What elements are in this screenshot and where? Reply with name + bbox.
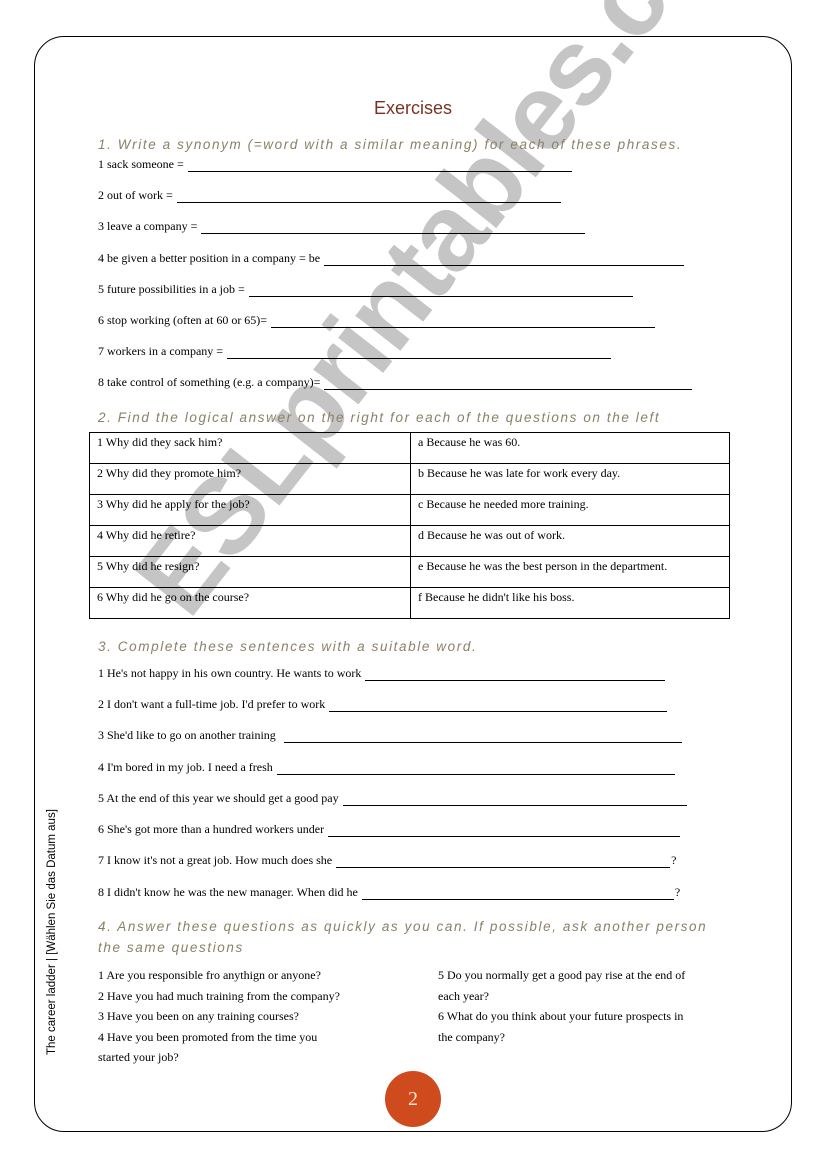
answer-blank[interactable] xyxy=(328,824,681,837)
question-cell: 6 Why did he go on the course? xyxy=(89,587,411,619)
sentence-text: 1 He's not happy in his own country. He … xyxy=(98,666,362,680)
synonym-item-text: 1 sack someone = xyxy=(98,157,184,171)
answer-blank[interactable] xyxy=(176,190,561,203)
answer-blank[interactable] xyxy=(361,887,674,900)
sentence-text: 5 At the end of this year we should get … xyxy=(98,791,339,805)
question-cell: 4 Why did he retire? xyxy=(89,525,411,557)
synonym-item: 1 sack someone = xyxy=(98,157,572,172)
answer-blank[interactable] xyxy=(283,730,682,743)
answer-blank[interactable] xyxy=(342,793,687,806)
answer-blank[interactable] xyxy=(271,315,656,328)
question-line: 2 Have you had much training from the co… xyxy=(98,988,340,1003)
question-line: 4 Have you been promoted from the time y… xyxy=(98,1029,318,1044)
answer-cell: d Because he was out of work. xyxy=(410,525,730,557)
sentence-text: 2 I don't want a full-time job. I'd pref… xyxy=(98,697,326,711)
question-line: 5 Do you normally get a good pay rise at… xyxy=(438,968,686,982)
table-row: 6 Why did he go on the course? f Because … xyxy=(89,587,730,619)
sentence-text: 8 I didn't know he was the new manager. … xyxy=(98,885,358,899)
synonym-item-text: 4 be given a better position in a compan… xyxy=(98,251,321,265)
synonym-item-text: 8 take control of something (e.g. a comp… xyxy=(98,375,321,389)
sentence-item: 2 I don't want a full-time job. I'd pref… xyxy=(98,697,668,712)
answer-cell: e Because he was the best person in the … xyxy=(410,556,730,588)
questions-right-column: 5 Do you normally get a good pay rise at… xyxy=(438,965,685,1047)
section4-heading: 4. Answer these questions as quickly as … xyxy=(98,916,707,958)
sentence-text: 6 She's got more than a hundred workers … xyxy=(98,822,325,836)
section4-heading-line1: 4. Answer these questions as quickly as … xyxy=(98,919,708,934)
sentence-item: 1 He's not happy in his own country. He … xyxy=(98,666,666,681)
answer-cell: c Because he needed more training. xyxy=(410,494,730,526)
page-title: Exercises xyxy=(373,98,453,118)
synonym-item: 3 leave a company = xyxy=(98,219,586,234)
sentence-text: 4 I'm bored in my job. I need a fresh xyxy=(98,760,273,774)
synonym-item-text: 3 leave a company = xyxy=(98,219,198,233)
answer-blank[interactable] xyxy=(324,377,693,390)
table-row: 2 Why did they promote him? b Because he … xyxy=(89,463,730,495)
synonym-item: 8 take control of something (e.g. a comp… xyxy=(98,375,693,390)
question-line: 3 Have you been on any training courses? xyxy=(98,1009,299,1023)
answer-blank[interactable] xyxy=(227,346,612,359)
table-row: 4 Why did he retire? d Because he was out… xyxy=(89,525,730,557)
question-cell: 1 Why did they sack him? xyxy=(89,432,411,464)
synonym-item-text: 5 future possibilities in a job = xyxy=(98,282,245,296)
sentence-item: 8 I didn't know he was the new manager. … xyxy=(98,885,680,900)
sentence-item: 4 I'm bored in my job. I need a fresh xyxy=(98,760,676,775)
sentence-end: ? xyxy=(674,885,681,899)
sentence-item: 3 She'd like to go on another training xyxy=(98,728,683,743)
sentence-text: 3 She'd like to go on another training xyxy=(98,728,276,742)
sentence-item: 6 She's got more than a hundred workers … xyxy=(98,822,681,837)
answer-blank[interactable] xyxy=(248,284,633,297)
answer-blank[interactable] xyxy=(365,668,666,681)
answer-blank[interactable] xyxy=(187,159,572,172)
question-line: the company? xyxy=(438,1029,505,1044)
section4-heading-line2: the same questions xyxy=(98,940,244,955)
answer-blank[interactable] xyxy=(276,762,675,775)
sentence-text: 7 I know it's not a great job. How much … xyxy=(98,853,333,867)
sentence-end: ? xyxy=(671,853,677,867)
question-cell: 3 Why did he apply for the job? xyxy=(89,494,411,526)
answer-cell: f Because he didn't like his boss. xyxy=(410,587,730,619)
table-row: 1 Why did they sack him? a Because he was… xyxy=(89,432,730,464)
section1-heading: 1. Write a synonym (=word with a similar… xyxy=(98,137,683,152)
document-footer-label: The career ladder | [Wählen Sie das Datu… xyxy=(46,809,58,1055)
questions-left-column: 1 Are you responsible fro anythign or an… xyxy=(98,965,340,1068)
sentence-item: 7 I know it's not a great job. How much … xyxy=(98,853,676,868)
synonym-item-text: 7 workers in a company = xyxy=(98,344,224,358)
synonym-item: 4 be given a better position in a compan… xyxy=(98,251,685,266)
answer-cell: b Because he was late for work every day… xyxy=(410,463,730,495)
synonym-item-text: 6 stop working (often at 60 or 65)= xyxy=(98,313,268,327)
question-cell: 2 Why did they promote him? xyxy=(89,463,411,495)
question-line: started your job? xyxy=(98,1050,179,1064)
matching-table: 1 Why did they sack him? a Because he was… xyxy=(89,432,730,619)
section2-heading: 2. Find the logical answer on the right … xyxy=(98,410,661,425)
question-cell: 5 Why did he resign? xyxy=(89,556,411,588)
answer-blank[interactable] xyxy=(324,253,685,266)
table-row: 5 Why did he resign? e Because he was the… xyxy=(89,556,730,588)
table-row: 3 Why did he apply for the job? c Because… xyxy=(89,494,730,526)
synonym-item: 6 stop working (often at 60 or 65)= xyxy=(98,313,656,328)
question-line: 6 What do you think about your future pr… xyxy=(438,1009,684,1023)
synonym-item: 7 workers in a company = xyxy=(98,344,612,359)
page-number-badge: 2 xyxy=(385,1071,441,1127)
sentence-item: 5 At the end of this year we should get … xyxy=(98,791,688,806)
answer-blank[interactable] xyxy=(329,699,668,712)
section3-heading: 3. Complete these sentences with a suita… xyxy=(98,639,478,654)
synonym-item: 2 out of work = xyxy=(98,188,561,203)
question-line: 1 Are you responsible fro anythign or an… xyxy=(98,968,321,982)
answer-blank[interactable] xyxy=(201,221,586,234)
answer-blank[interactable] xyxy=(336,855,671,868)
synonym-item: 5 future possibilities in a job = xyxy=(98,282,633,297)
synonym-item-text: 2 out of work = xyxy=(98,188,173,202)
question-line: each year? xyxy=(438,988,489,1003)
answer-cell: a Because he was 60. xyxy=(410,432,730,464)
